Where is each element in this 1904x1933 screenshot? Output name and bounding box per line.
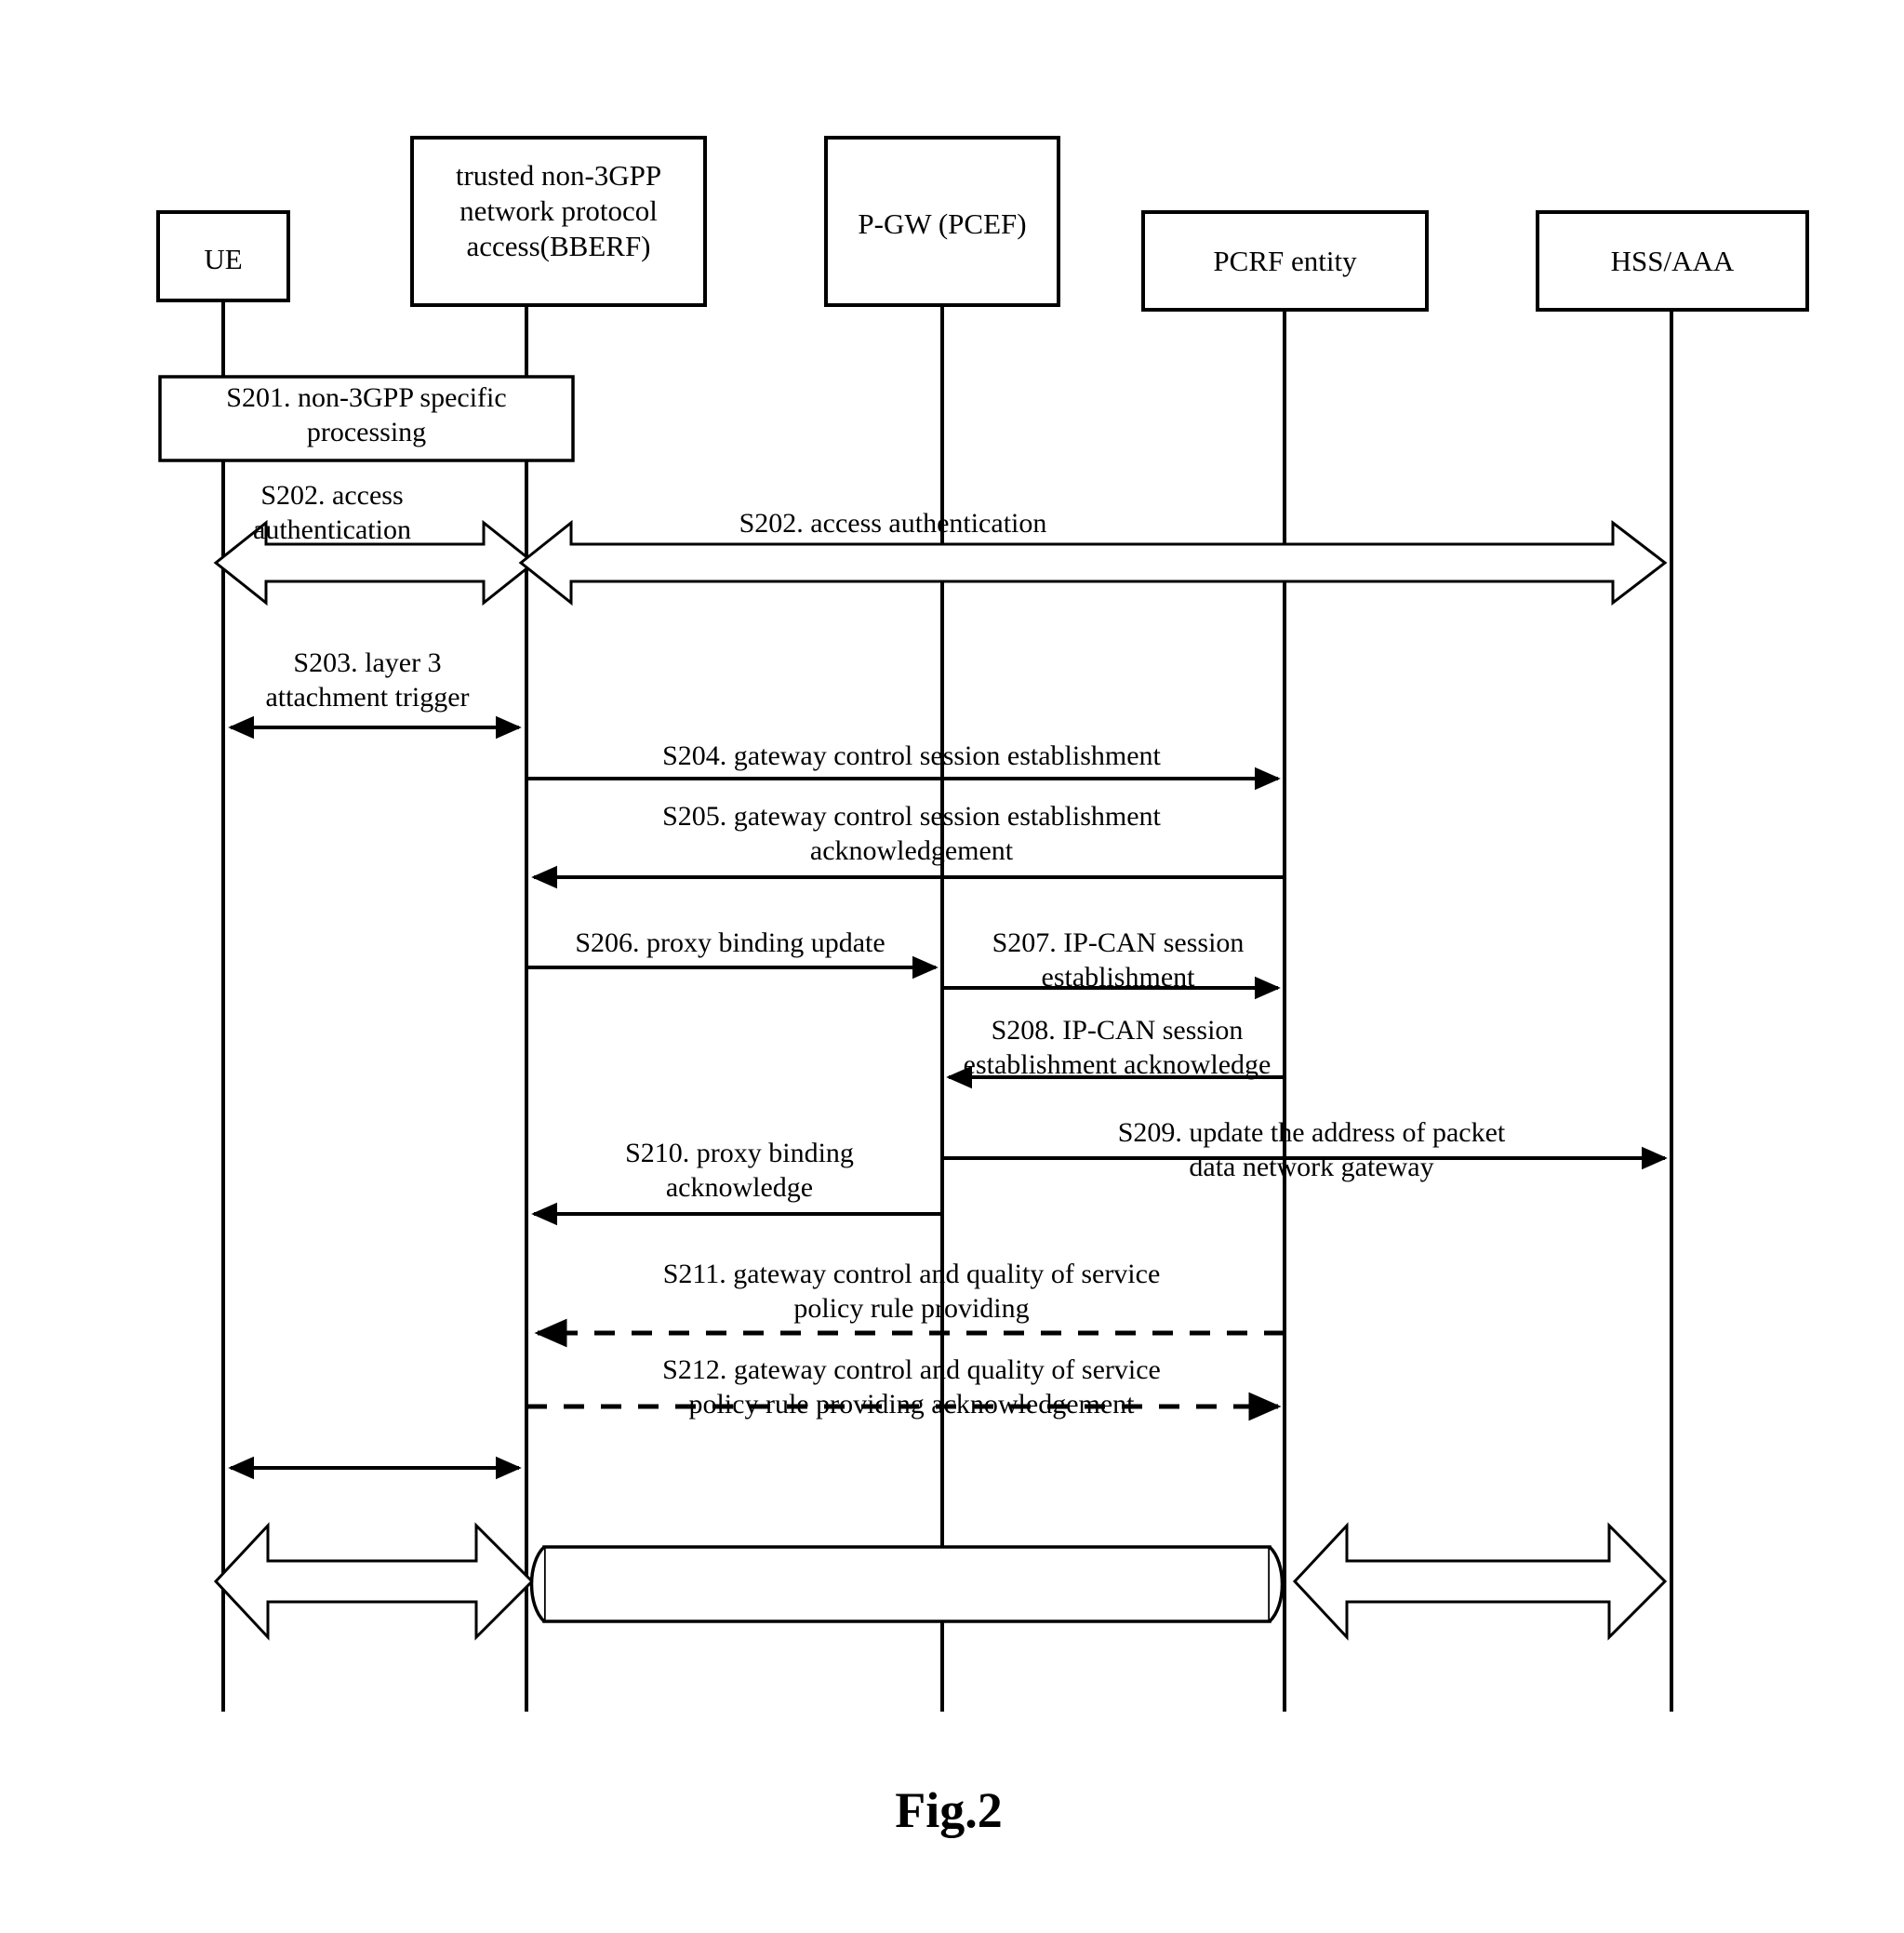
message-label-S204: S204. gateway control session establishm… xyxy=(662,740,1161,771)
message-label-S209: S209. update the address of packet data … xyxy=(1117,1117,1506,1182)
message-label-S202a: S202. access authentication xyxy=(253,480,411,545)
figure-caption: Fig.2 xyxy=(895,1782,1003,1838)
message-label-S203: S203. layer 3 attachment trigger xyxy=(265,647,470,713)
lifeline-label-ue: UE xyxy=(204,243,243,275)
lifeline-label-hss: HSS/AAA xyxy=(1610,245,1735,277)
message-label-S207: S207. IP-CAN session establishment xyxy=(992,927,1245,993)
message-label-S201: S201. non-3GPP specific processing xyxy=(226,382,507,447)
figure-canvas: BBERF dashed ===================== --> P… xyxy=(0,0,1904,1933)
message-label-S202b: S202. access authentication xyxy=(739,508,1047,539)
message-label-S212: S212. gateway control and quality of ser… xyxy=(662,1354,1161,1420)
message-label-S206: S206. proxy binding update xyxy=(575,927,885,958)
message-S214a-arrow xyxy=(213,1522,535,1641)
message-S214b-arrow xyxy=(1292,1522,1668,1641)
message-label-S211: S211. gateway control and quality of ser… xyxy=(662,1259,1161,1324)
message-label-S210: S210. proxy binding acknowledge xyxy=(625,1138,854,1203)
lifeline-label-bberf: trusted non-3GPP network protocol access… xyxy=(455,159,662,262)
lifeline-label-pcrf: PCRF entity xyxy=(1213,245,1357,277)
message-label-S208: S208. IP-CAN session establishment ackno… xyxy=(963,1015,1272,1080)
message-S214-tunnel xyxy=(529,1545,1285,1623)
lifeline-label-pgw: P-GW (PCEF) xyxy=(858,207,1027,240)
message-label-S205: S205. gateway control session establishm… xyxy=(662,801,1161,866)
